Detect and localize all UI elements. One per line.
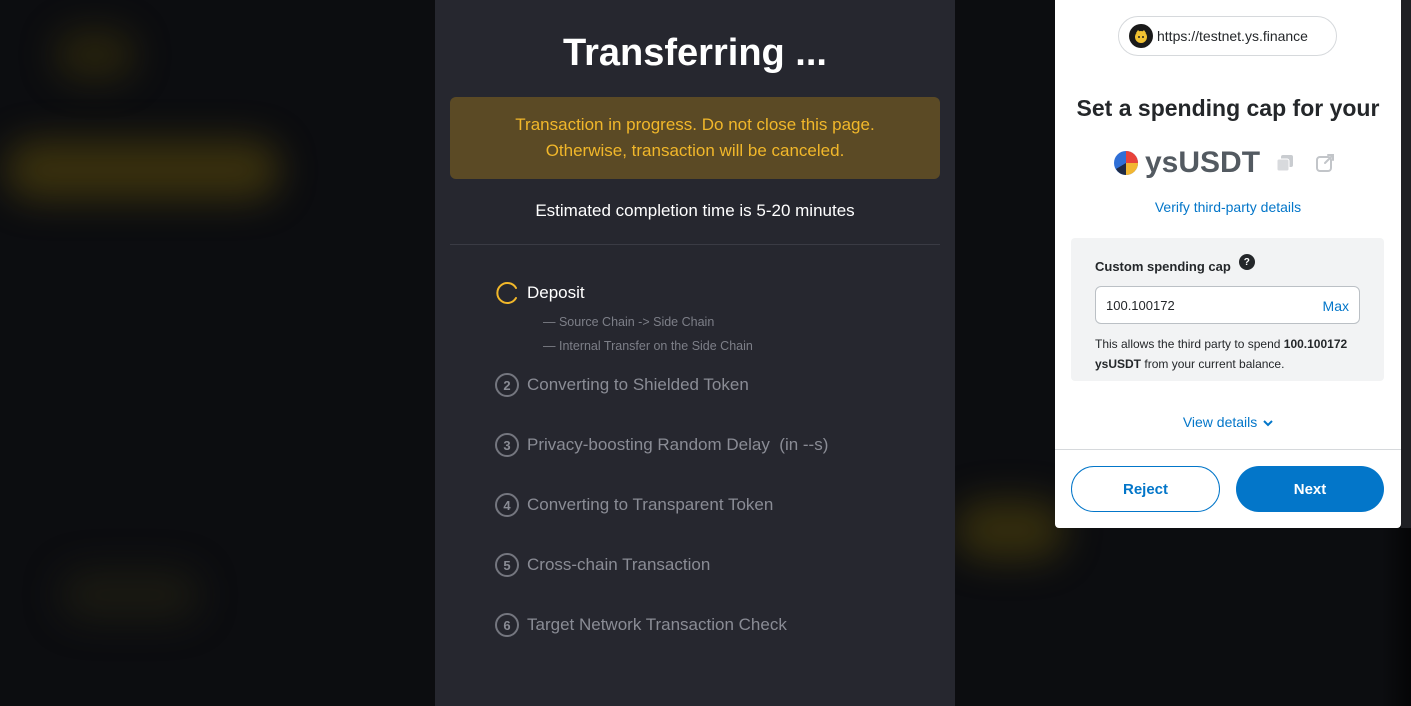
token-row: ysUSDT xyxy=(1113,146,1354,180)
spending-cap-input[interactable]: 100.100172 Max xyxy=(1095,286,1360,324)
allowance-suffix: from your current balance. xyxy=(1144,357,1285,371)
warning-line-2: Otherwise, transaction will be canceled. xyxy=(545,141,845,160)
blurred-background-shape xyxy=(60,570,200,620)
view-details-toggle[interactable]: View details xyxy=(1055,414,1401,430)
token-name: ysUSDT xyxy=(1145,146,1261,179)
next-button[interactable]: Next xyxy=(1236,466,1384,512)
step-converting-transparent: 4 Converting to Transparent Token xyxy=(495,493,773,517)
cap-label-text: Custom spending cap xyxy=(1095,258,1231,274)
chevron-down-icon xyxy=(1263,420,1273,427)
step-label: Deposit xyxy=(527,283,585,302)
spending-cap-value[interactable]: 100.100172 xyxy=(1106,298,1175,313)
step-deposit: Deposit xyxy=(495,281,585,305)
step-number-badge: 2 xyxy=(495,373,519,397)
step-target-check: 6 Target Network Transaction Check xyxy=(495,613,787,637)
step-cross-chain: 5 Cross-chain Transaction xyxy=(495,553,710,577)
reject-button[interactable]: Reject xyxy=(1071,466,1220,512)
token-logo-icon xyxy=(1114,151,1138,175)
step-number-badge: 4 xyxy=(495,493,519,517)
step-label: Privacy-boosting Random Delay (in --s) xyxy=(527,435,829,454)
transfer-progress-modal: Transferring ... Transaction in progress… xyxy=(435,0,955,706)
blurred-background-shape xyxy=(955,500,1065,560)
step-random-delay: 3 Privacy-boosting Random Delay (in --s) xyxy=(495,433,828,457)
transfer-title: Transferring ... xyxy=(563,32,827,74)
help-icon[interactable]: ? xyxy=(1238,254,1255,270)
blurred-background-shape xyxy=(55,30,135,80)
step-number-badge: 6 xyxy=(495,613,519,637)
allowance-prefix: This allows the third party to spend xyxy=(1095,337,1281,351)
popup-scrollbar[interactable] xyxy=(1401,0,1411,528)
blurred-background-shape xyxy=(5,140,280,200)
spending-cap-title: Set a spending cap for your xyxy=(1076,95,1380,121)
substep-source-to-side: — Source Chain -> Side Chain xyxy=(543,315,715,329)
step-label: Cross-chain Transaction xyxy=(527,555,711,574)
warning-banner: Transaction in progress. Do not close th… xyxy=(450,97,940,179)
step-label: Converting to Transparent Token xyxy=(527,495,774,514)
step-label: Converting to Shielded Token xyxy=(527,375,749,394)
site-favicon-icon xyxy=(1129,24,1153,48)
verify-third-party-link[interactable]: Verify third-party details xyxy=(1055,199,1401,215)
max-button[interactable]: Max xyxy=(1323,298,1349,314)
divider xyxy=(1055,449,1401,450)
view-details-label: View details xyxy=(1182,414,1258,430)
step-number-badge: 3 xyxy=(495,433,519,457)
custom-spending-cap-panel: Custom spending cap ? 100.100172 Max Thi… xyxy=(1071,238,1384,381)
substep-internal-transfer: — Internal Transfer on the Side Chain xyxy=(543,339,753,353)
step-label: Target Network Transaction Check xyxy=(527,615,787,634)
step-converting-shielded: 2 Converting to Shielded Token xyxy=(495,373,749,397)
divider xyxy=(450,244,940,245)
estimated-time: Estimated completion time is 5-20 minute… xyxy=(535,201,855,220)
site-origin-url: https://testnet.ys.finance xyxy=(1157,28,1308,44)
custom-spending-cap-label: Custom spending cap ? xyxy=(1095,254,1255,274)
copy-icon[interactable] xyxy=(1274,152,1296,174)
site-origin-pill: https://testnet.ys.finance xyxy=(1118,16,1337,56)
external-link-icon[interactable] xyxy=(1314,152,1336,174)
loading-spinner-icon xyxy=(496,282,517,304)
allowance-description: This allows the third party to spend 100… xyxy=(1095,334,1370,374)
warning-line-1: Transaction in progress. Do not close th… xyxy=(515,115,875,134)
step-number-badge: 5 xyxy=(495,553,519,577)
wallet-spending-cap-popup: https://testnet.ys.finance Set a spendin… xyxy=(1055,0,1401,528)
